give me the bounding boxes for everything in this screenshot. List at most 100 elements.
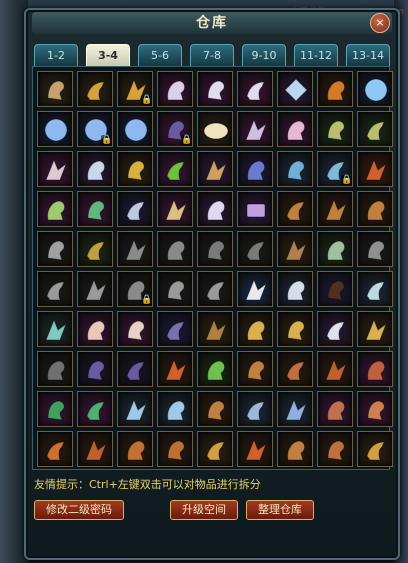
item-slot[interactable] [37, 71, 73, 107]
close-button[interactable]: × [370, 13, 390, 33]
item-slot[interactable] [37, 191, 73, 227]
item-slot[interactable] [277, 431, 313, 467]
item-slot[interactable] [117, 351, 153, 387]
item-slot[interactable] [237, 351, 273, 387]
organize-warehouse-button[interactable]: 整理仓库 [246, 500, 314, 520]
item-slot[interactable] [357, 71, 393, 107]
item-slot[interactable] [357, 391, 393, 427]
item-slot[interactable]: 🔒 [117, 71, 153, 107]
item-slot[interactable] [277, 311, 313, 347]
item-slot[interactable] [157, 151, 193, 187]
item-slot[interactable] [277, 191, 313, 227]
item-slot[interactable] [237, 191, 273, 227]
item-slot[interactable] [277, 71, 313, 107]
item-slot[interactable] [117, 231, 153, 267]
item-slot[interactable] [197, 431, 233, 467]
item-slot[interactable] [157, 271, 193, 307]
item-slot[interactable] [77, 431, 113, 467]
item-slot[interactable] [37, 351, 73, 387]
item-slot[interactable] [237, 431, 273, 467]
change-password-button[interactable]: 修改二级密码 [34, 500, 124, 520]
item-slot[interactable] [357, 351, 393, 387]
item-slot[interactable] [117, 111, 153, 147]
item-slot[interactable] [277, 151, 313, 187]
item-slot[interactable] [117, 391, 153, 427]
item-slot[interactable] [277, 391, 313, 427]
item-slot[interactable] [237, 231, 273, 267]
item-slot[interactable] [157, 71, 193, 107]
item-slot[interactable] [237, 111, 273, 147]
item-slot[interactable] [37, 271, 73, 307]
item-slot[interactable] [197, 71, 233, 107]
item-slot[interactable] [237, 391, 273, 427]
item-slot[interactable] [117, 191, 153, 227]
item-slot[interactable] [117, 311, 153, 347]
item-slot[interactable] [357, 111, 393, 147]
item-slot[interactable] [157, 191, 193, 227]
item-slot[interactable]: 🔒 [317, 151, 353, 187]
tab-13-14[interactable]: 13-14 [346, 44, 390, 66]
item-slot[interactable]: 🔒 [117, 271, 153, 307]
item-slot[interactable] [357, 151, 393, 187]
item-slot[interactable] [77, 191, 113, 227]
item-slot[interactable] [37, 391, 73, 427]
item-slot[interactable] [197, 351, 233, 387]
item-slot[interactable] [317, 391, 353, 427]
item-slot[interactable] [317, 271, 353, 307]
item-slot[interactable] [197, 311, 233, 347]
item-slot[interactable] [157, 431, 193, 467]
tab-5-6[interactable]: 5-6 [138, 44, 182, 66]
item-slot[interactable] [197, 271, 233, 307]
item-slot[interactable] [317, 191, 353, 227]
tab-9-10[interactable]: 9-10 [242, 44, 286, 66]
item-slot[interactable] [77, 71, 113, 107]
tab-3-4[interactable]: 3-4 [86, 44, 130, 66]
item-slot[interactable] [117, 151, 153, 187]
item-slot[interactable] [357, 271, 393, 307]
item-slot[interactable] [77, 231, 113, 267]
upgrade-space-button[interactable]: 升级空间 [170, 500, 238, 520]
item-slot[interactable] [157, 391, 193, 427]
item-slot[interactable] [37, 151, 73, 187]
item-slot[interactable] [277, 351, 313, 387]
item-slot[interactable] [317, 311, 353, 347]
item-slot[interactable] [237, 151, 273, 187]
item-slot[interactable] [277, 271, 313, 307]
item-slot[interactable] [37, 231, 73, 267]
item-slot[interactable] [357, 431, 393, 467]
item-slot[interactable] [77, 311, 113, 347]
item-slot[interactable] [157, 351, 193, 387]
item-slot[interactable] [357, 191, 393, 227]
item-slot[interactable] [117, 431, 153, 467]
item-slot[interactable] [197, 191, 233, 227]
tab-7-8[interactable]: 7-8 [190, 44, 234, 66]
item-slot[interactable] [237, 311, 273, 347]
tab-1-2[interactable]: 1-2 [34, 44, 78, 66]
item-slot[interactable] [77, 151, 113, 187]
item-slot[interactable] [157, 311, 193, 347]
item-slot[interactable] [277, 231, 313, 267]
item-slot[interactable] [37, 431, 73, 467]
item-slot[interactable] [77, 271, 113, 307]
item-slot[interactable] [77, 391, 113, 427]
title-bar[interactable]: 仓库 × [32, 12, 392, 34]
item-slot[interactable] [317, 431, 353, 467]
item-slot[interactable] [357, 311, 393, 347]
item-slot[interactable] [317, 351, 353, 387]
item-slot[interactable] [317, 71, 353, 107]
item-slot[interactable]: 🔒 [157, 111, 193, 147]
item-slot[interactable] [317, 231, 353, 267]
item-slot[interactable] [77, 351, 113, 387]
item-slot[interactable] [197, 151, 233, 187]
item-slot[interactable] [357, 231, 393, 267]
item-slot[interactable] [277, 111, 313, 147]
item-slot[interactable] [197, 111, 233, 147]
item-slot[interactable]: 🔒 [77, 111, 113, 147]
item-slot[interactable] [197, 391, 233, 427]
item-slot[interactable] [37, 111, 73, 147]
item-slot[interactable] [317, 111, 353, 147]
item-slot[interactable] [197, 231, 233, 267]
item-slot[interactable] [237, 271, 273, 307]
item-slot[interactable] [37, 311, 73, 347]
item-slot[interactable] [237, 71, 273, 107]
